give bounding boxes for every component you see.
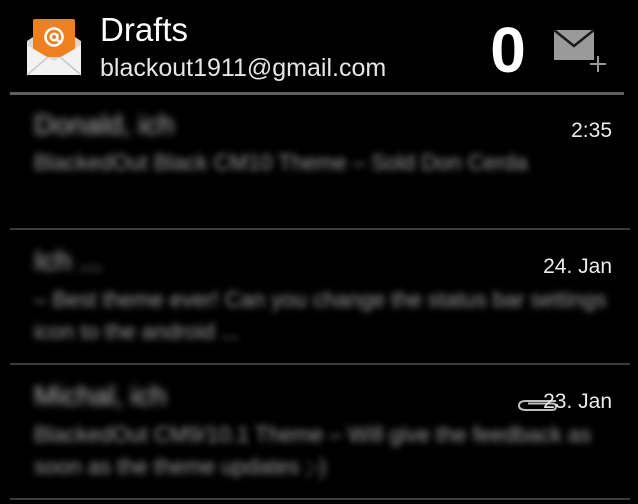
message-sender: Donald, ich [34, 109, 175, 140]
gmail-widget: Drafts blackout1911@gmail.com 0 Donald, … [0, 0, 638, 504]
message-sender: Michal, ich [34, 380, 167, 411]
message-preview: – Best theme ever! Can you change the st… [34, 287, 607, 344]
unread-count: 0 [490, 14, 526, 86]
message-divider [10, 498, 630, 500]
widget-header: Drafts blackout1911@gmail.com 0 [0, 0, 638, 92]
message-date: 23. Jan [543, 390, 612, 413]
gmail-envelope-icon[interactable] [24, 15, 84, 79]
message-item[interactable]: Ich ... 24. Jan – Best theme ever! Can y… [0, 230, 638, 364]
message-preview: BlackedOut Black CM10 Theme – Sold Don C… [34, 150, 528, 175]
mailbox-title[interactable]: Drafts [100, 10, 188, 50]
message-item[interactable]: Michal, ich 23. Jan BlackedOut CM9/10.1 … [0, 365, 638, 499]
message-preview: BlackedOut CM9/10.1 Theme – Will give th… [34, 422, 592, 479]
message-sender: Ich ... [34, 245, 103, 276]
compose-mail-icon[interactable] [552, 26, 614, 78]
account-address: blackout1911@gmail.com [100, 54, 387, 82]
message-item[interactable]: Donald, ich 2:35 BlackedOut Black CM10 T… [0, 95, 638, 229]
message-date: 24. Jan [543, 255, 612, 278]
message-date: 2:35 [571, 119, 612, 142]
